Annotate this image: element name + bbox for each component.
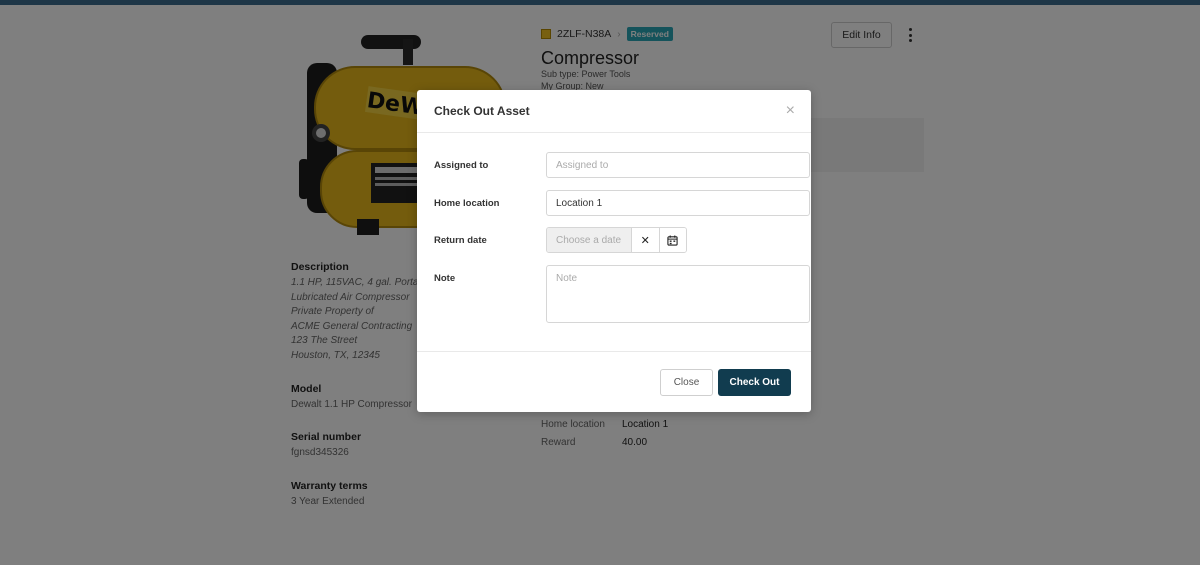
return-date-group: ✕ <box>546 227 687 253</box>
home-location-row: Home location <box>434 190 810 216</box>
return-date-row: Return date ✕ <box>434 227 794 253</box>
calendar-icon[interactable] <box>658 228 686 252</box>
assigned-to-row: Assigned to <box>434 152 810 178</box>
check-out-button[interactable]: Check Out <box>718 369 791 396</box>
return-date-input[interactable] <box>547 228 631 252</box>
modal-header: Check Out Asset × <box>417 90 811 133</box>
modal-footer: Close Check Out <box>417 351 811 412</box>
return-date-label: Return date <box>434 235 487 246</box>
home-location-input[interactable] <box>546 190 810 216</box>
home-location-label: Home location <box>434 198 500 209</box>
close-button[interactable]: Close <box>660 369 713 396</box>
note-row: Note <box>434 265 810 323</box>
clear-date-icon[interactable]: ✕ <box>631 228 659 252</box>
assigned-to-input[interactable] <box>546 152 810 178</box>
assigned-to-label: Assigned to <box>434 160 489 171</box>
close-icon[interactable]: × <box>786 102 795 120</box>
note-label: Note <box>434 273 456 284</box>
note-textarea[interactable] <box>546 265 810 323</box>
modal-title: Check Out Asset <box>434 104 530 118</box>
check-out-modal: Check Out Asset × Assigned to Home locat… <box>417 90 811 412</box>
